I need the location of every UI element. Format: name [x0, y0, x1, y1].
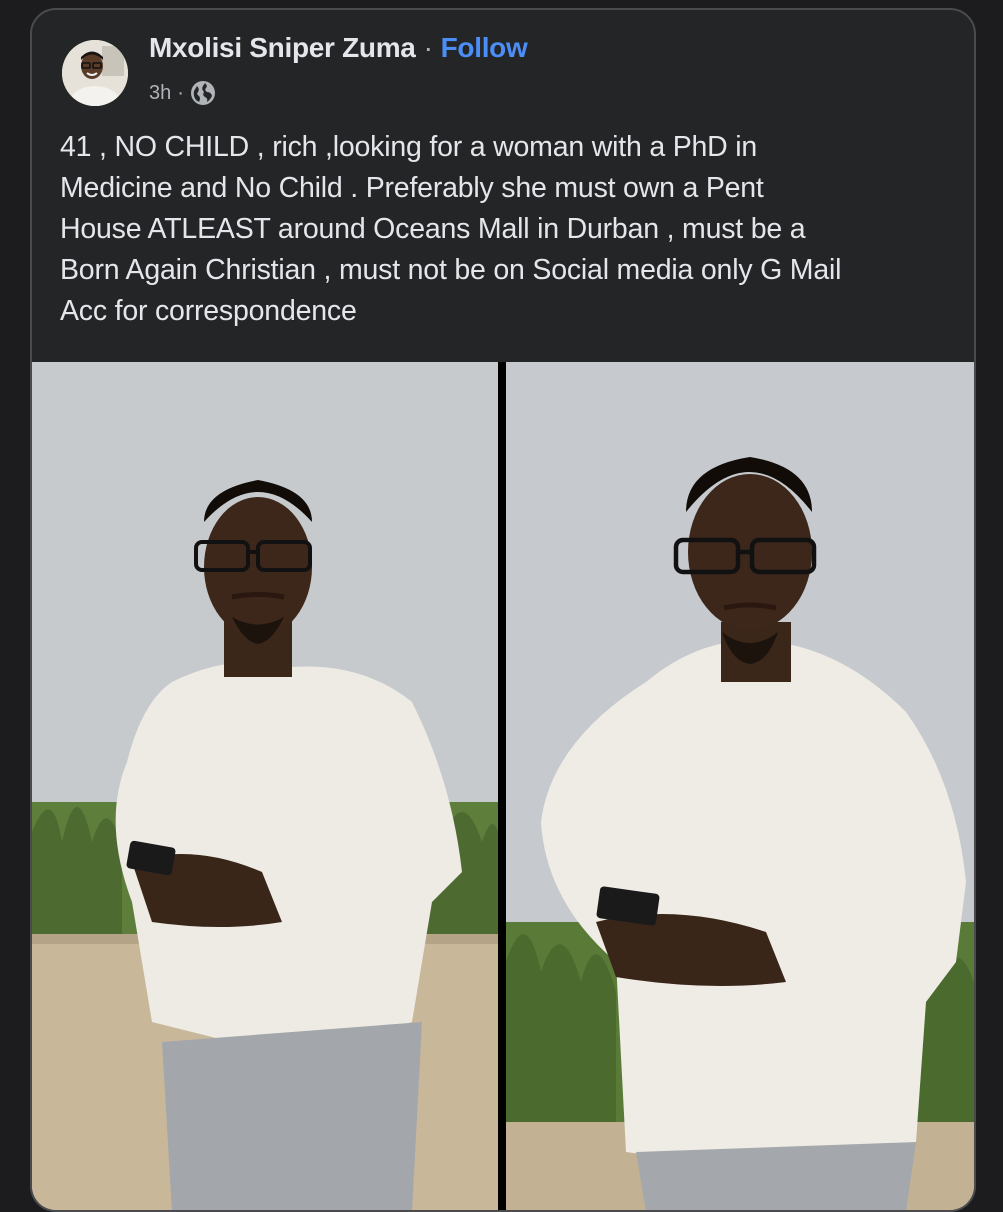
post-meta: 3h · — [149, 80, 216, 106]
author-line: Mxolisi Sniper Zuma · Follow — [149, 32, 528, 64]
photo-grid — [32, 362, 974, 1210]
photo-right[interactable] — [506, 362, 974, 1210]
post-time[interactable]: 3h — [149, 82, 171, 105]
photo-left[interactable] — [32, 362, 498, 1210]
follow-button[interactable]: Follow — [441, 32, 528, 63]
author-avatar[interactable] — [62, 40, 128, 106]
post-text: 41 , NO CHILD , rich ,looking for a woma… — [60, 131, 842, 327]
globe-icon[interactable] — [190, 80, 216, 106]
post-header: Mxolisi Sniper Zuma · Follow 3h · — [32, 10, 974, 120]
name-separator: · — [423, 32, 433, 63]
author-name[interactable]: Mxolisi Sniper Zuma — [149, 32, 416, 63]
post-card: Mxolisi Sniper Zuma · Follow 3h · 41 , NO … — [30, 8, 976, 1212]
meta-separator: · — [177, 81, 184, 104]
